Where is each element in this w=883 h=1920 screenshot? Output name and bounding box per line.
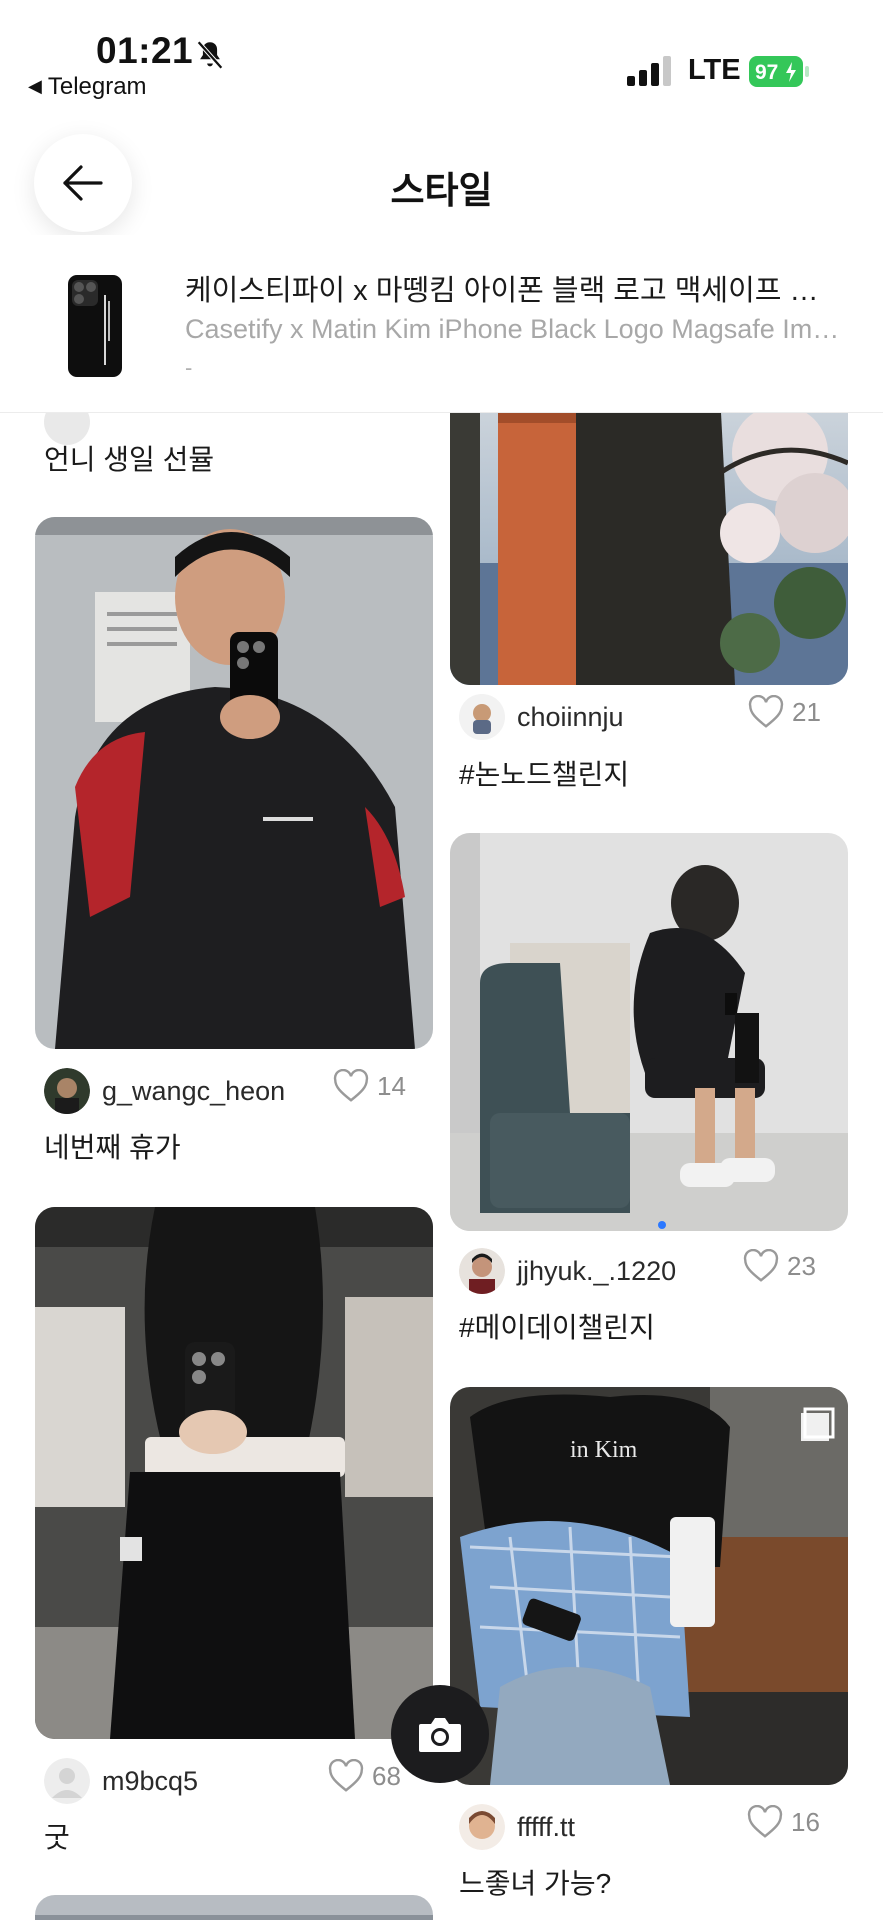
like-button[interactable]: 16 [747, 1805, 820, 1839]
like-button[interactable]: 23 [743, 1249, 816, 1283]
product-title: 케이스티파이 x 마뗑킴 아이폰 블랙 로고 맥세이프 임팩트 케이스 [185, 275, 845, 307]
like-button[interactable]: 21 [748, 695, 821, 729]
product-price: - [185, 355, 193, 380]
heart-icon [743, 1249, 779, 1282]
post-caption: 느좋녀 가능? [459, 1868, 612, 1899]
like-button[interactable]: 68 [328, 1759, 401, 1793]
post-username: jjhyuk._.1220 [517, 1255, 677, 1286]
status-bar: 01:21 ◀ Telegram LTE 97 [0, 0, 883, 110]
post-author[interactable]: jjhyuk._.1220 [459, 1247, 676, 1295]
bell-slash-icon [197, 40, 223, 70]
cellular-signal-icon [627, 56, 671, 86]
post-image[interactable] [35, 517, 433, 1049]
post-author[interactable]: fffff.tt [459, 1803, 575, 1851]
post-username: m9bcq5 [102, 1765, 199, 1796]
post-caption: #메이데이챌린지 [459, 1312, 655, 1343]
post-username: g_wangc_heon [102, 1075, 286, 1106]
post-username: choiinnju [517, 701, 624, 732]
heart-icon [748, 695, 784, 728]
post-image[interactable] [450, 833, 848, 1231]
post-caption: #논노드챌린지 [459, 759, 630, 790]
like-count: 23 [787, 1250, 816, 1281]
post-image[interactable] [35, 1895, 433, 1920]
like-count: 14 [377, 1070, 406, 1101]
product-thumbnail [68, 275, 122, 377]
svg-text:in Kim: in Kim [570, 1437, 638, 1463]
avatar [459, 1804, 505, 1850]
camera-button[interactable] [391, 1685, 489, 1783]
avatar [459, 694, 505, 740]
back-triangle-icon: ◀ [28, 76, 42, 96]
like-button[interactable]: 14 [333, 1069, 406, 1103]
clock: 01:21 [96, 30, 194, 71]
heart-icon [747, 1805, 783, 1838]
product-subtitle: Casetify x Matin Kim iPhone Black Logo M… [185, 314, 845, 344]
post-author[interactable]: g_wangc_heon [44, 1067, 285, 1115]
camera-icon [419, 1718, 461, 1752]
page-title: 스타일 [390, 170, 493, 211]
page-header: 스타일 [0, 110, 883, 235]
post-caption: 언니 생일 선뮬 [44, 444, 215, 475]
avatar [459, 1248, 505, 1294]
like-count: 68 [372, 1760, 401, 1791]
post-caption: 네번째 휴가 [44, 1132, 181, 1163]
post-image[interactable] [450, 413, 848, 685]
post-username: fffff.tt [517, 1811, 576, 1842]
like-count: 16 [791, 1806, 820, 1837]
like-count: 21 [792, 696, 821, 727]
post-author[interactable]: m9bcq5 [44, 1757, 198, 1805]
post-author[interactable]: choiinnju [459, 693, 624, 741]
avatar [44, 1758, 90, 1804]
battery-level: 97 [755, 61, 778, 84]
post-image[interactable] [35, 1207, 433, 1739]
heart-icon [328, 1759, 364, 1792]
back-app-label: Telegram [47, 73, 147, 100]
post-caption: 굿 [44, 1822, 70, 1853]
post-image[interactable]: in Kim [450, 1387, 848, 1785]
network-type: LTE [688, 54, 741, 86]
product-banner[interactable]: 케이스티파이 x 마뗑킴 아이폰 블랙 로고 맥세이프 임팩트 케이스 Case… [0, 235, 883, 413]
avatar [44, 1068, 90, 1114]
back-to-app-link[interactable]: ◀ Telegram [28, 73, 147, 101]
battery-icon: 97 [749, 56, 809, 87]
heart-icon [333, 1069, 369, 1102]
